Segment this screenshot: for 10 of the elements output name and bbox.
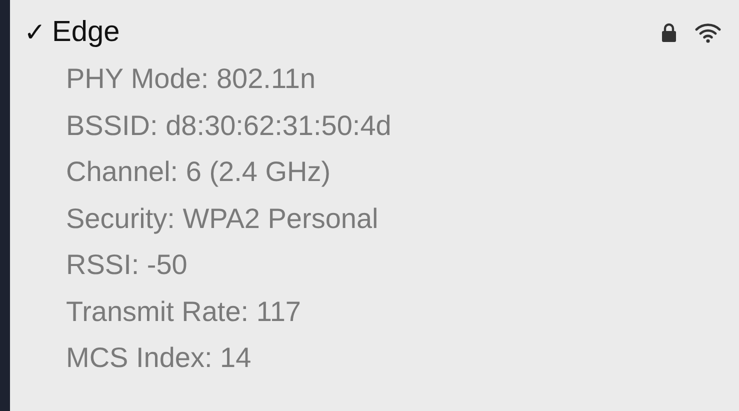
network-detail: PHY Mode: 802.11n [65,62,317,96]
network-name[interactable]: Edge [52,16,661,48]
check-mark: ✓ [24,16,47,48]
wifi-icon [695,22,721,42]
network-detail: Security: WPA2 Personal [65,202,380,236]
network-detail: Transmit Rate: 117 [65,294,302,328]
network-detail: Channel: 6 (2.4 GHz) [65,155,332,189]
network-detail: RSSI: -50 [65,248,188,282]
network-detail: BSSID: d8:30:62:31:50:4d [65,108,392,142]
network-detail: MCS Index: 14 [65,341,252,375]
